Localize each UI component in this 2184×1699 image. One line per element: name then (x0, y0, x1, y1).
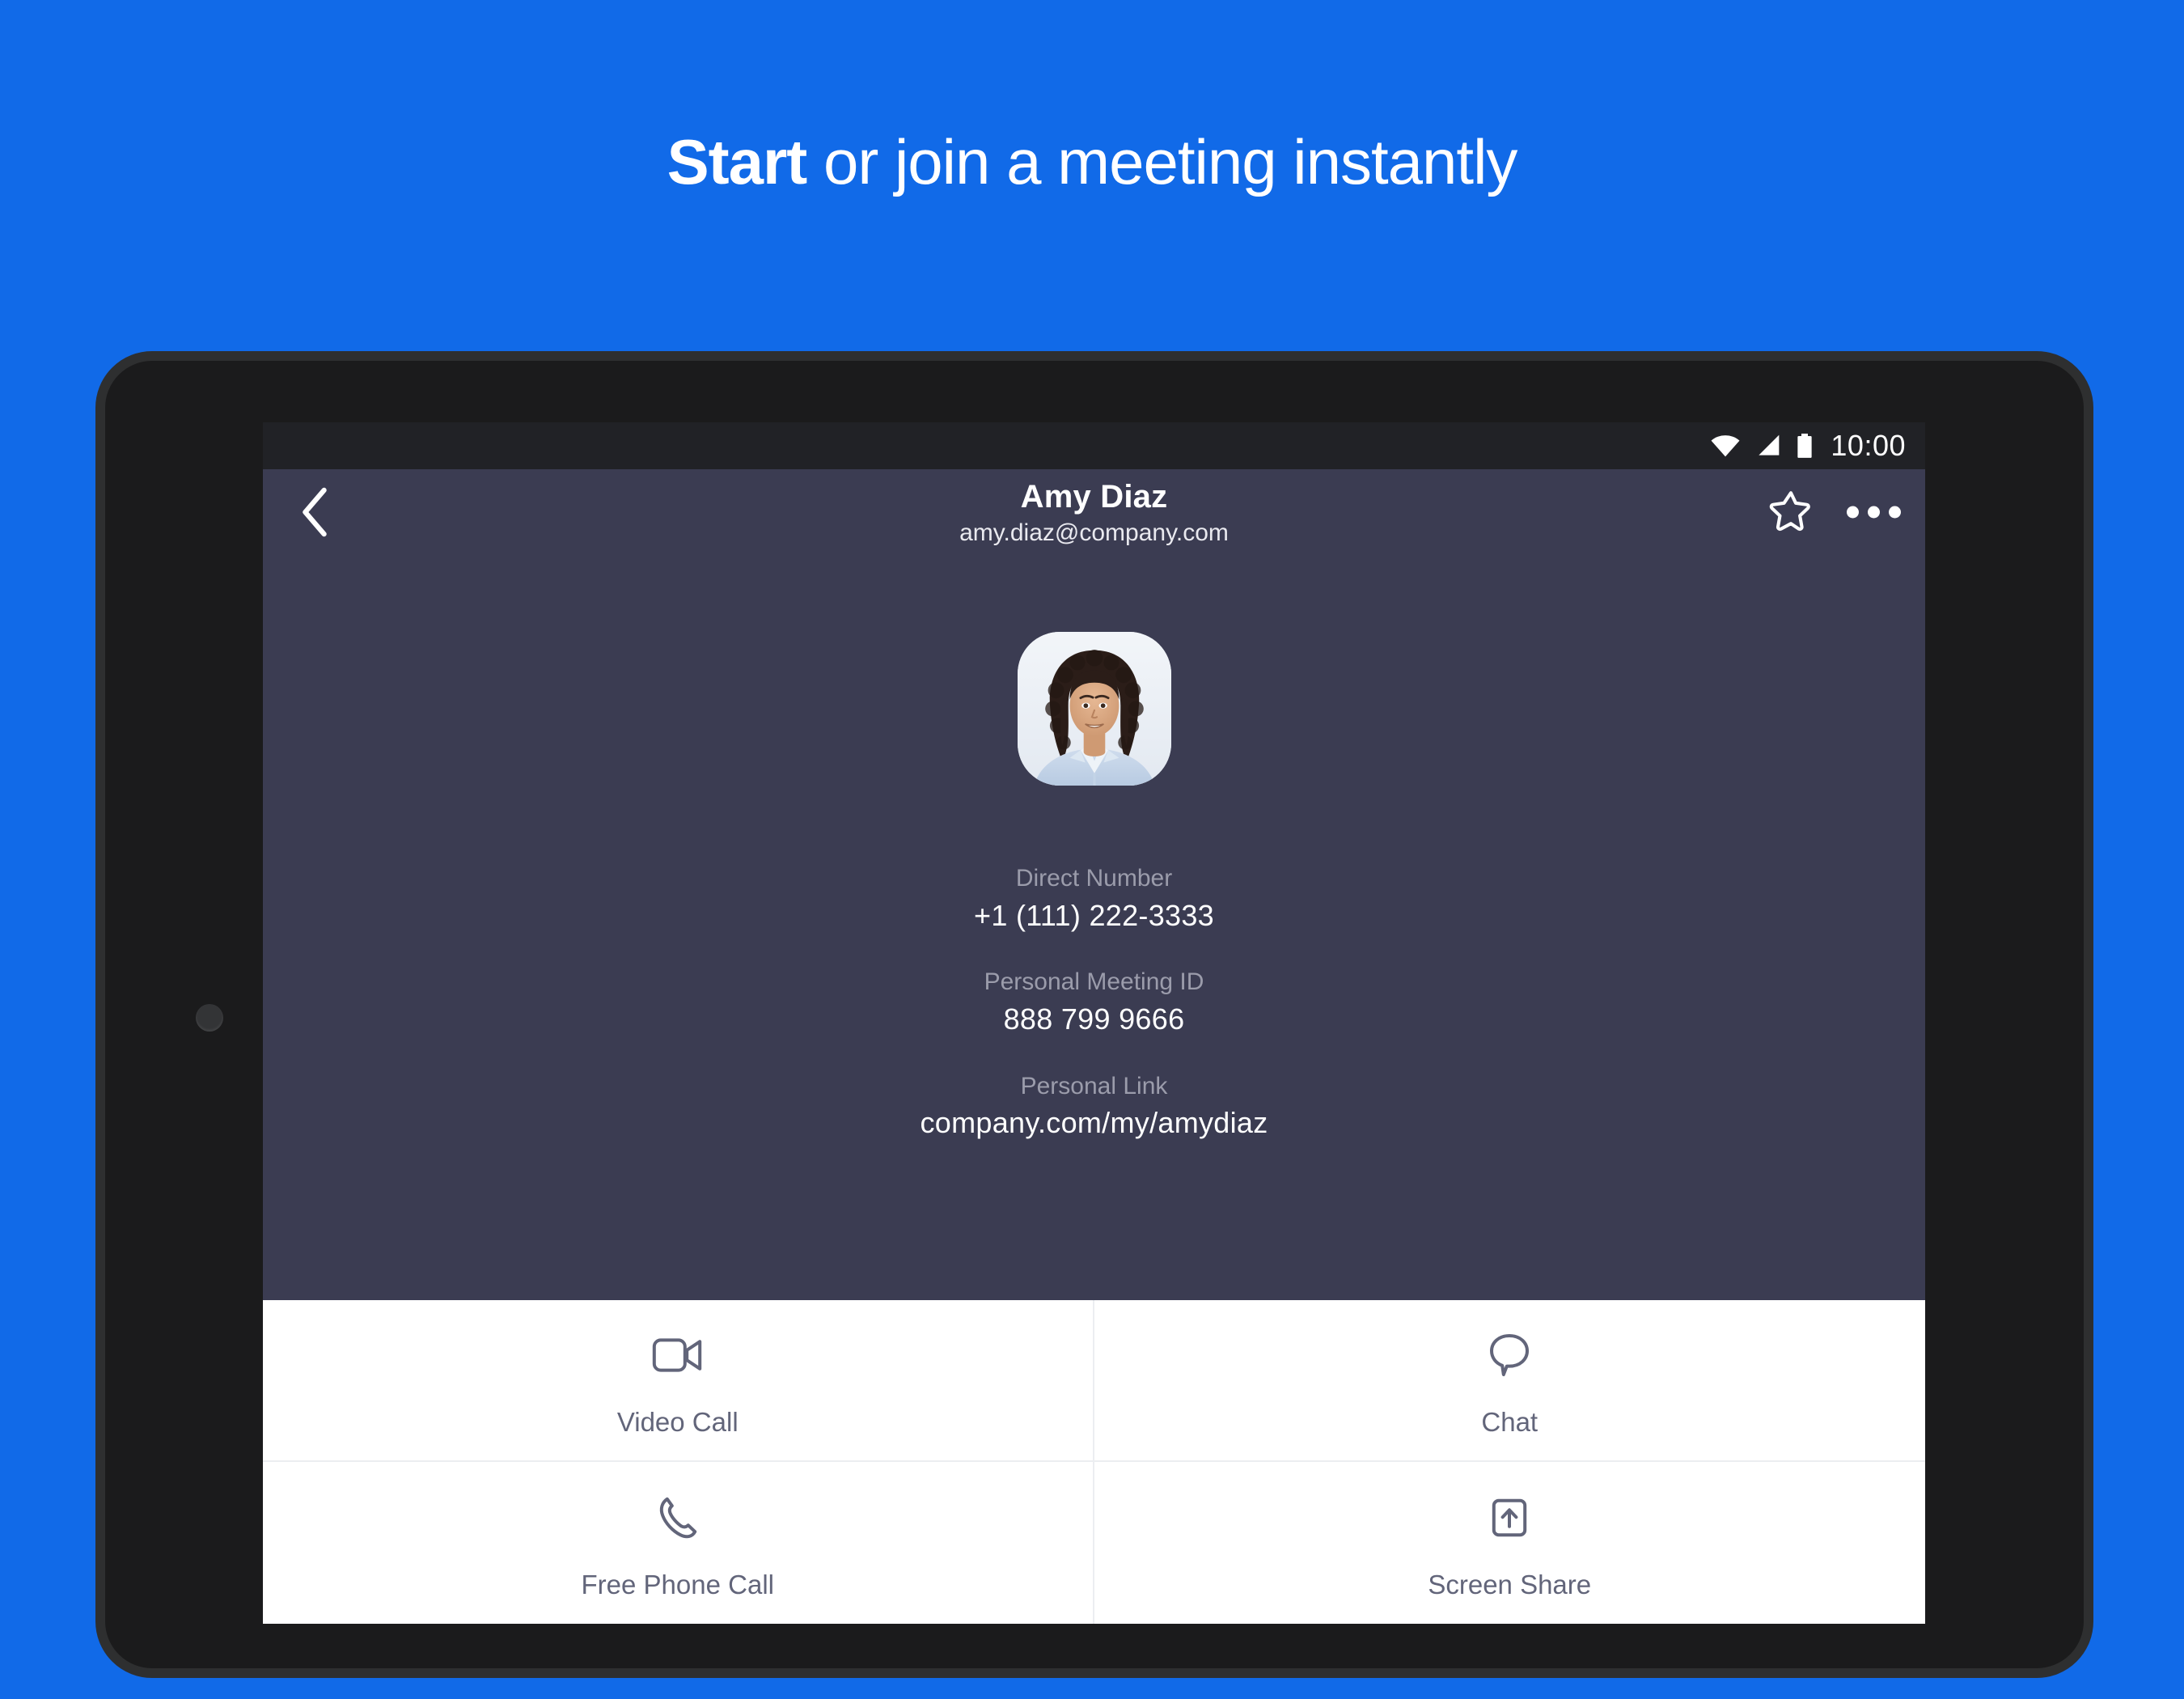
action-label: Screen Share (1428, 1569, 1592, 1599)
field-value[interactable]: +1 (111) 222-3333 (974, 897, 1214, 935)
action-label: Video Call (616, 1406, 739, 1437)
contact-name: Amy Diaz (1020, 479, 1168, 515)
battery-icon (1795, 433, 1814, 459)
field-value[interactable]: company.com/my/amydiaz (920, 1104, 1268, 1142)
headline-rest: or join a meeting instantly (806, 126, 1517, 197)
action-label: Free Phone Call (581, 1569, 774, 1599)
field-label: Personal Link (1020, 1072, 1168, 1099)
wifi-icon (1709, 434, 1742, 458)
phone-handset-icon (657, 1489, 699, 1547)
more-options-dot (1889, 506, 1901, 518)
action-label: Chat (1481, 1406, 1539, 1437)
header-actions (1767, 486, 1901, 537)
contact-field: Personal Link company.com/my/amydiaz (920, 1071, 1268, 1142)
page-headline: Start or join a meeting instantly (0, 0, 2184, 197)
more-options-dot (1868, 506, 1880, 518)
avatar (1017, 632, 1171, 786)
star-outline-icon (1769, 490, 1810, 531)
avatar-photo (1017, 632, 1171, 786)
status-bar-clock: 10:00 (1831, 429, 1906, 462)
chat-bubble-icon (1488, 1326, 1530, 1384)
chat-button[interactable]: Chat (1094, 1300, 1925, 1462)
contact-profile-body: Direct Number +1 (111) 222-3333 Personal… (263, 554, 1925, 1300)
screen-share-button[interactable]: Screen Share (1094, 1462, 1925, 1624)
cellular-signal-icon (1754, 434, 1782, 458)
contact-field: Personal Meeting ID 888 799 9666 (984, 967, 1204, 1038)
video-call-button[interactable]: Video Call (263, 1300, 1094, 1462)
app-header-bar: Amy Diaz amy.diaz@company.com (263, 469, 1925, 554)
contact-field: Direct Number +1 (111) 222-3333 (974, 863, 1214, 934)
front-camera-lens-icon (196, 1004, 223, 1032)
more-options-dot (1847, 506, 1859, 518)
video-camera-icon (652, 1326, 704, 1384)
screen-share-icon (1488, 1489, 1530, 1547)
contact-email: amy.diaz@company.com (959, 519, 1229, 546)
back-button[interactable] (284, 481, 345, 543)
favorite-star-button[interactable] (1767, 486, 1814, 537)
android-status-bar: 10:00 (263, 422, 1925, 469)
field-label: Direct Number (1015, 865, 1173, 892)
chevron-left-icon (303, 487, 327, 536)
field-label: Personal Meeting ID (984, 968, 1204, 996)
field-value[interactable]: 888 799 9666 (984, 1001, 1204, 1039)
free-phone-call-button[interactable]: Free Phone Call (263, 1462, 1094, 1624)
headline-bold-word: Start (667, 126, 808, 197)
more-options-button[interactable] (1847, 506, 1901, 518)
tablet-screen: 10:00 Amy Diaz amy.diaz@company.com Dire… (263, 422, 1925, 1624)
contact-identity: Amy Diaz amy.diaz@company.com (263, 475, 1925, 549)
action-grid: Video Call Chat Free Phone Call Screen S… (263, 1300, 1925, 1624)
tablet-device-frame: 10:00 Amy Diaz amy.diaz@company.com Dire… (95, 351, 2093, 1678)
